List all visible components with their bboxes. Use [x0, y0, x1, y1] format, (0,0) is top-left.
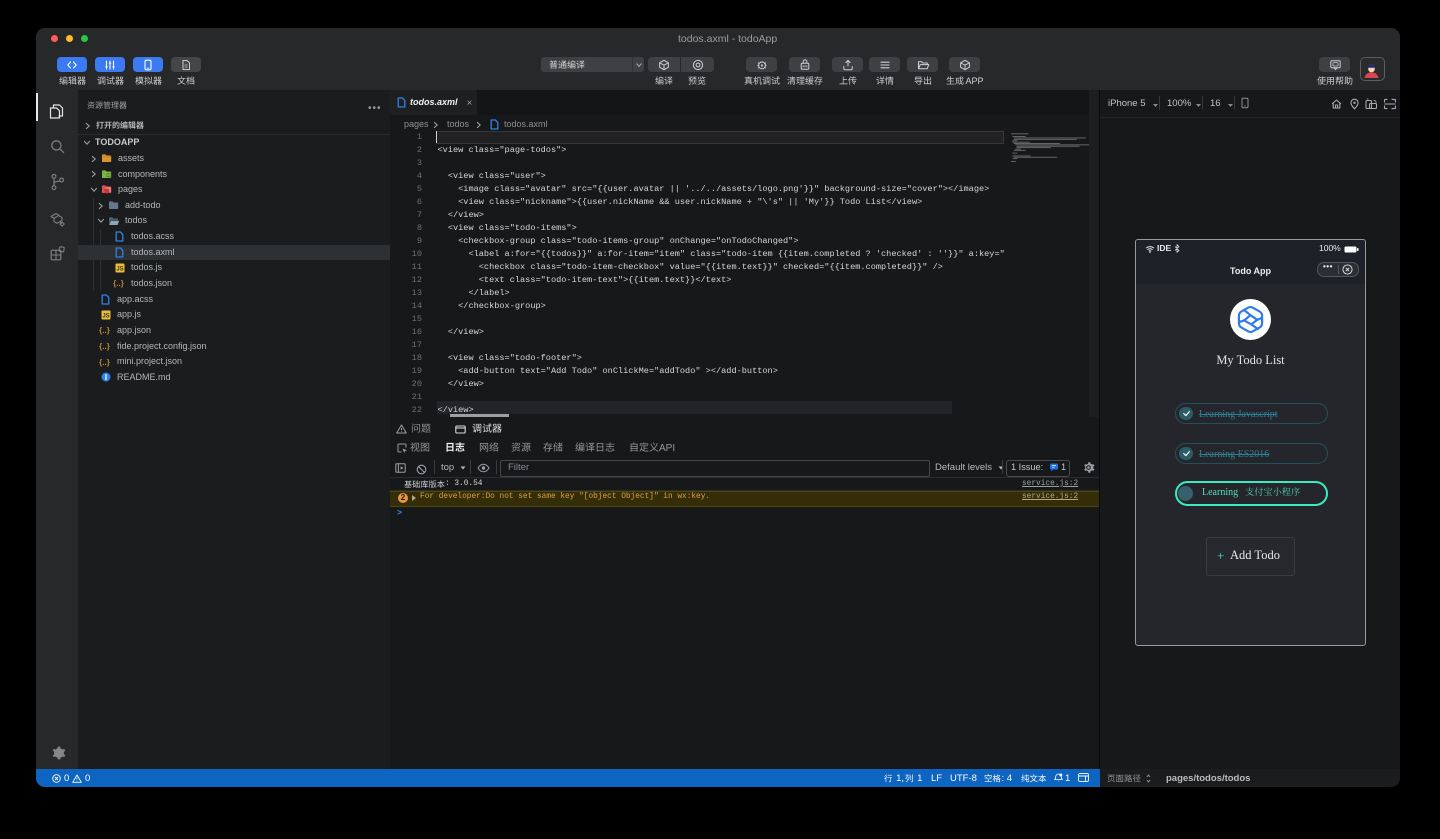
svg-text:JS: JS [102, 313, 109, 319]
svg-text:{..}: {..} [99, 358, 110, 367]
svg-text:JS: JS [116, 266, 123, 272]
svg-text:{..}: {..} [113, 279, 124, 288]
svg-text:{..}: {..} [99, 342, 110, 351]
svg-text:{..}: {..} [99, 326, 110, 335]
